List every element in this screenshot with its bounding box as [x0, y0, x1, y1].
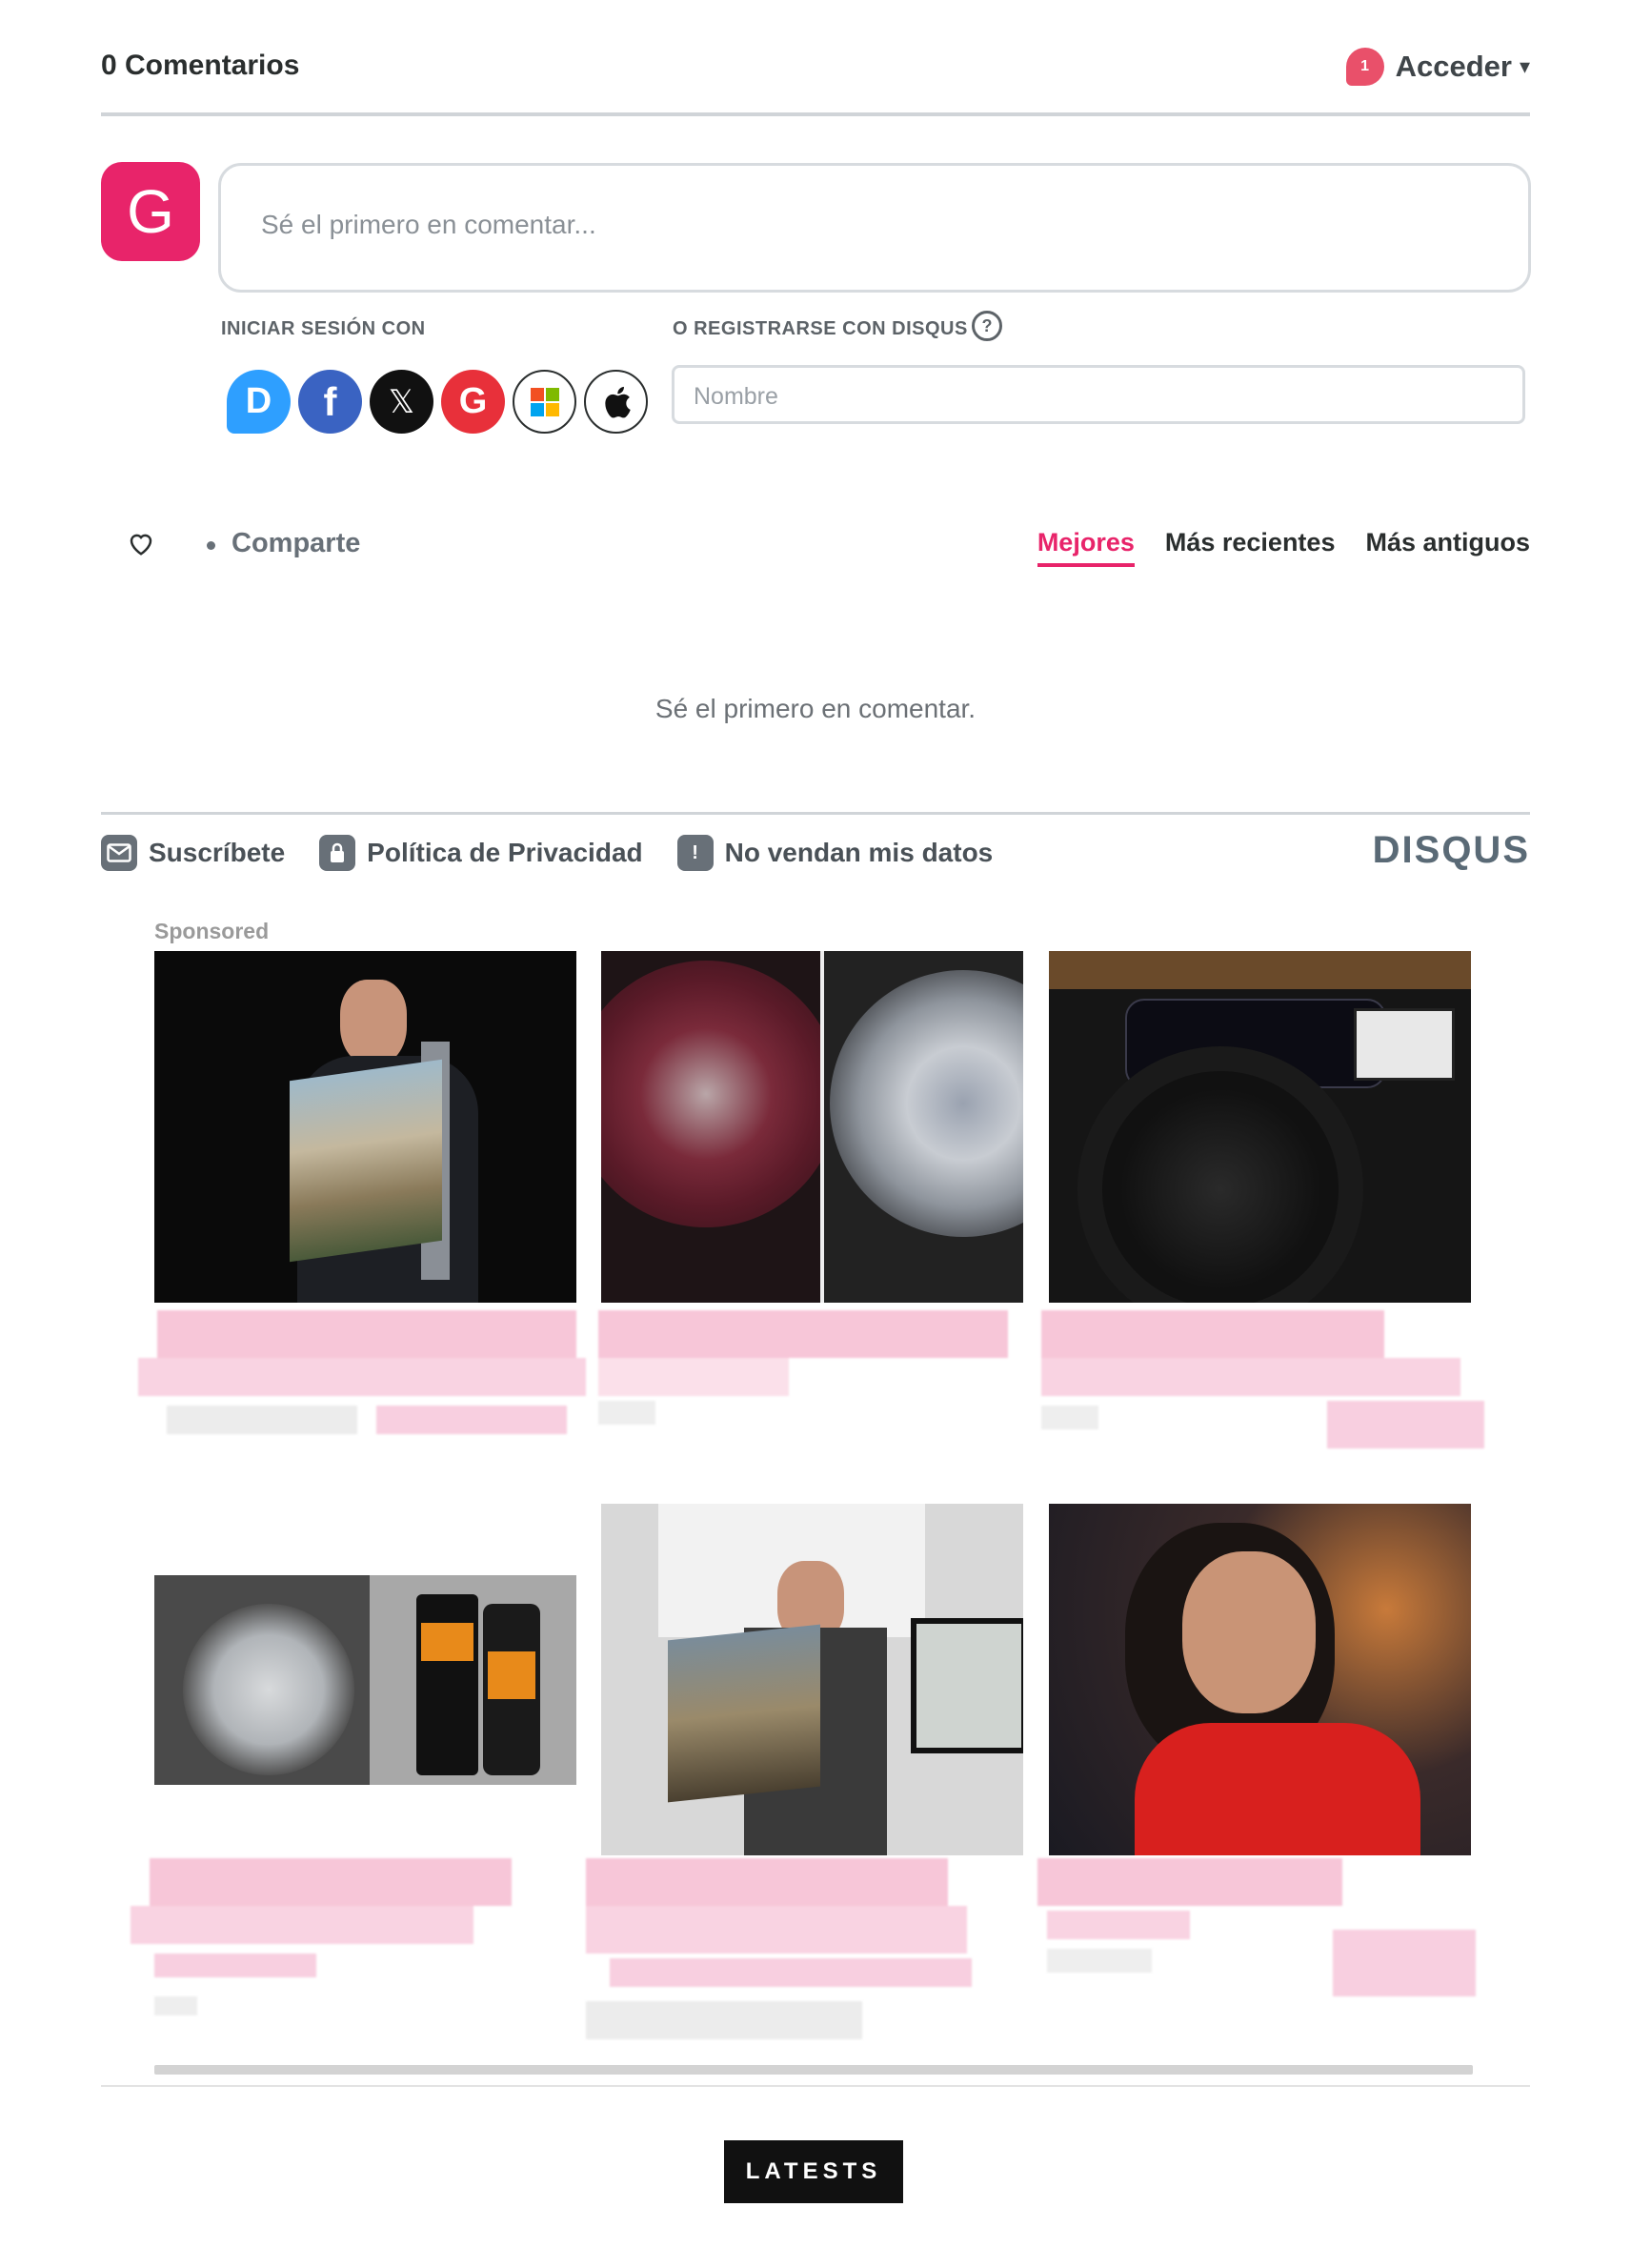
chevron-down-icon[interactable]: ▾	[1520, 54, 1530, 79]
navigation-screen	[1354, 1008, 1455, 1081]
google-login-button[interactable]: G	[441, 370, 505, 434]
avatar: G	[101, 162, 200, 261]
ad-caption-blurred[interactable]	[598, 1310, 1008, 1425]
google-icon: G	[458, 381, 488, 421]
ad-caption-blurred[interactable]	[1041, 1310, 1489, 1453]
comment-count: 0 Comentarios	[101, 50, 300, 81]
divider	[101, 112, 1530, 116]
car-wheel	[183, 1604, 354, 1775]
tab-best[interactable]: Mejores	[1037, 528, 1135, 567]
alert-icon: !	[676, 835, 714, 871]
sponsored-tile-wheel-spray[interactable]	[154, 1575, 576, 1785]
divider	[101, 812, 1530, 815]
ad-caption-blurred[interactable]	[586, 1858, 977, 2049]
sponsored-tile-woman[interactable]	[1049, 1504, 1471, 1855]
sort-tabs: Mejores Más recientes Más antiguos	[1037, 528, 1530, 567]
subscribe-link[interactable]: Suscríbete	[101, 835, 285, 871]
tab-newest[interactable]: Más recientes	[1165, 528, 1336, 567]
sponsored-tile-painter-studio[interactable]	[601, 1504, 1023, 1855]
ad-caption-blurred[interactable]	[131, 1858, 521, 2020]
social-login-row: D f 𝕏 G	[227, 370, 648, 434]
x-login-button[interactable]: 𝕏	[370, 370, 433, 434]
comment-placeholder: Sé el primero en comentar...	[261, 210, 596, 239]
apple-login-button[interactable]	[584, 370, 648, 434]
privacy-label: Política de Privacidad	[367, 838, 643, 867]
apple-icon	[604, 386, 631, 417]
register-label: O REGISTRARSE CON DISQUS	[673, 318, 968, 339]
facebook-icon: f	[323, 378, 337, 424]
ad-caption-blurred[interactable]	[138, 1310, 586, 1453]
product-box	[416, 1594, 478, 1775]
share-link[interactable]: Comparte	[232, 528, 360, 559]
tab-oldest[interactable]: Más antiguos	[1365, 528, 1530, 567]
x-icon: 𝕏	[388, 383, 415, 420]
canvas-painting	[668, 1624, 820, 1803]
login-menu[interactable]: 1 Acceder ▾	[1345, 48, 1530, 86]
divider	[101, 2085, 1530, 2087]
ad-caption-blurred[interactable]	[1037, 1858, 1485, 2001]
name-field[interactable]: Nombre	[672, 365, 1525, 424]
disqus-logo[interactable]: DISQUS	[1373, 829, 1530, 872]
footer-links: Suscríbete Política de Privacidad ! No v…	[101, 835, 993, 871]
heart-icon[interactable]	[127, 530, 155, 557]
person-head	[340, 980, 407, 1065]
envelope-icon	[101, 835, 137, 871]
do-not-sell-label: No vendan mis datos	[724, 838, 994, 867]
microsoft-login-button[interactable]	[513, 370, 576, 434]
flower-painting	[911, 1618, 1023, 1753]
lock-icon	[319, 835, 356, 871]
privacy-link[interactable]: Política de Privacidad	[319, 835, 643, 871]
help-icon[interactable]: ?	[972, 311, 1002, 341]
canvas-painting	[290, 1059, 442, 1263]
name-placeholder: Nombre	[694, 383, 778, 410]
horizontal-scrollbar[interactable]	[154, 2065, 1473, 2075]
bullet-dot	[207, 541, 215, 550]
sponsored-tile-wheels[interactable]	[601, 951, 1023, 1303]
disqus-icon: D	[245, 381, 272, 421]
notification-badge[interactable]: 1	[1345, 48, 1384, 86]
login-with-label: INICIAR SESIÓN CON	[221, 318, 426, 339]
disqus-login-button[interactable]: D	[227, 370, 291, 434]
comment-textbox[interactable]: Sé el primero en comentar...	[218, 163, 1531, 293]
do-not-sell-link[interactable]: ! No vendan mis datos	[676, 835, 994, 871]
sponsored-tile-car-interior[interactable]	[1049, 951, 1471, 1303]
subscribe-label: Suscríbete	[149, 838, 286, 867]
login-label[interactable]: Acceder	[1396, 50, 1512, 84]
spray-bottle	[483, 1604, 540, 1775]
empty-state-message: Sé el primero en comentar.	[654, 694, 977, 723]
facebook-login-button[interactable]: f	[298, 370, 362, 434]
microsoft-icon	[530, 387, 559, 416]
face	[1182, 1551, 1316, 1713]
red-sweater	[1135, 1723, 1420, 1855]
latests-button[interactable]: LATESTS	[724, 2140, 903, 2203]
sponsored-tile-painter[interactable]	[154, 951, 576, 1303]
sponsored-label: Sponsored	[154, 919, 270, 943]
